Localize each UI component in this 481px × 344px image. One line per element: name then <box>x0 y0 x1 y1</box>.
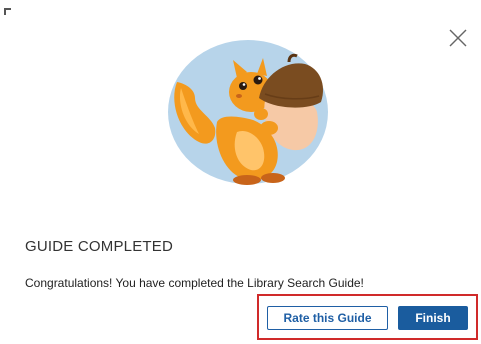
squirrel-illustration <box>165 40 329 190</box>
finish-button[interactable]: Finish <box>398 306 468 330</box>
window-corner-mark <box>4 8 11 15</box>
squirrel-acorn-icon <box>168 40 328 185</box>
close-icon <box>449 29 467 47</box>
page-title: GUIDE COMPLETED <box>25 238 174 255</box>
rate-guide-button[interactable]: Rate this Guide <box>267 306 388 330</box>
close-button[interactable] <box>445 25 471 51</box>
completion-message: Congratulations! You have completed the … <box>25 276 364 290</box>
